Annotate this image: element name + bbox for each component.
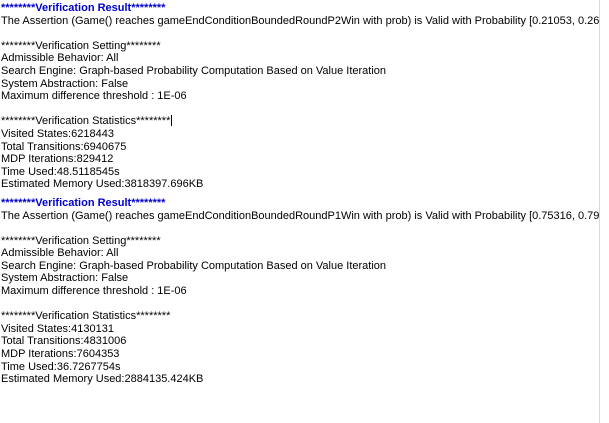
time-used-text: Time Used:48.5118545s — [1, 165, 120, 178]
search-engine-text: Search Engine: Graph-based Probability C… — [1, 259, 387, 272]
threshold-text: Maximum difference threshold : 1E-06 — [1, 90, 187, 103]
verification-result-heading: ********Verification Result******** — [1, 2, 166, 14]
output-text-area[interactable]: ********Verification Result******** The … — [0, 0, 609, 423]
estimated-memory-text: Estimated Memory Used:2884135.424KB — [1, 373, 204, 386]
visited-states-text: Visited States:4130131 — [1, 322, 114, 335]
verification-statistics-line: ********Verification Statistics******** — [1, 115, 599, 128]
admissible-behavior-text: Admissible Behavior: All — [1, 247, 119, 260]
verification-statistics-heading: ********Verification Statistics******** — [1, 310, 171, 323]
time-used-text: Time Used:36.7267754s — [1, 360, 121, 373]
mdp-iterations-text: MDP Iterations:7604353 — [1, 348, 120, 361]
verification-statistics-heading: ********Verification Statistics******** — [1, 115, 171, 128]
visited-states-text: Visited States:6218443 — [1, 127, 114, 140]
vertical-scrollbar[interactable] — [599, 0, 609, 423]
assertion-result-text: The Assertion (Game() reaches gameEndCon… — [1, 14, 609, 27]
admissible-behavior-text: Admissible Behavior: All — [1, 52, 119, 65]
system-abstraction-text: System Abstraction: False — [1, 77, 129, 90]
system-abstraction-text: System Abstraction: False — [1, 272, 129, 285]
text-cursor — [171, 115, 173, 127]
assertion-result-text: The Assertion (Game() reaches gameEndCon… — [1, 209, 609, 222]
search-engine-text: Search Engine: Graph-based Probability C… — [1, 64, 387, 77]
estimated-memory-text: Estimated Memory Used:3818397.696KB — [1, 178, 204, 191]
verification-result-heading: ********Verification Result******** — [1, 196, 166, 209]
total-transitions-text: Total Transitions:6940675 — [1, 140, 127, 153]
mdp-iterations-text: MDP Iterations:829412 — [1, 153, 114, 166]
total-transitions-text: Total Transitions:4831006 — [1, 335, 127, 348]
verification-setting-heading: ********Verification Setting******** — [1, 39, 161, 52]
threshold-text: Maximum difference threshold : 1E-06 — [1, 285, 187, 298]
verification-setting-heading: ********Verification Setting******** — [1, 234, 161, 247]
